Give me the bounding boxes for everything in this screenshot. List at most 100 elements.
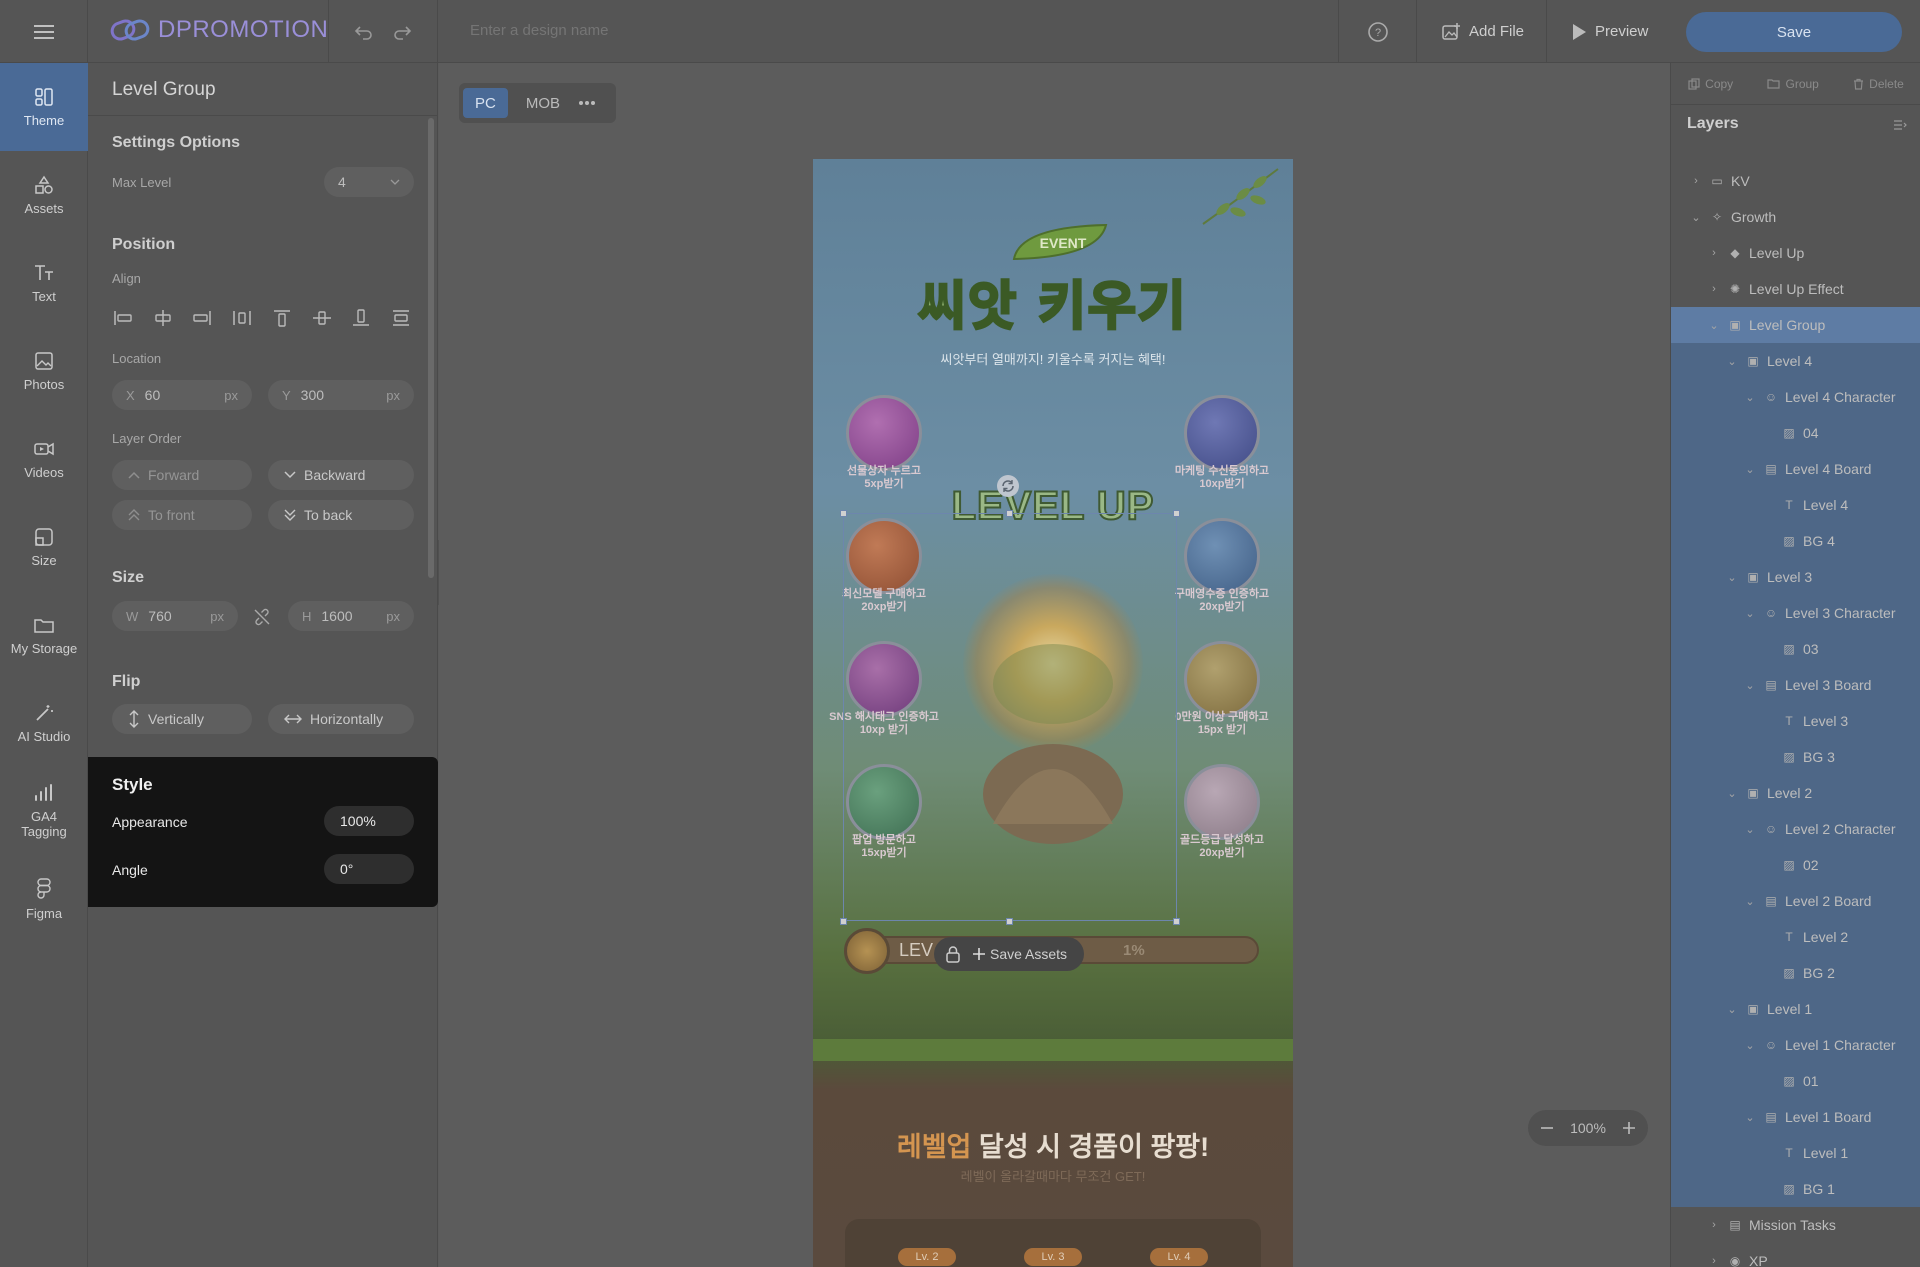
chevron-down-icon[interactable]: ⌄ [1743,679,1757,692]
device-mob-button[interactable]: MOB [514,88,572,118]
align-right-icon[interactable] [191,308,213,328]
chevron-down-icon[interactable]: ⌄ [1743,1111,1757,1124]
layer-row[interactable]: ⌄ ☺ Level 1 Character [1671,1027,1920,1063]
layer-row[interactable]: ⌄ ▤ Level 1 Board [1671,1099,1920,1135]
undo-icon[interactable] [354,24,374,40]
brand-logo[interactable]: DPROMOTION [110,16,328,44]
flip-horizontally-button[interactable]: Horizontally [268,704,414,734]
layer-row[interactable]: ▨ BG 3 [1671,739,1920,775]
rail-item-ga4-tagging[interactable]: GA4 Tagging [0,767,88,855]
align-left-icon[interactable] [112,308,134,328]
layer-row[interactable]: ⌄ ▣ Level 4 [1671,343,1920,379]
layer-row[interactable]: ⌄ ▤ Level 3 Board [1671,667,1920,703]
layer-row[interactable]: ⌄ ▣ Level 2 [1671,775,1920,811]
rail-item-assets[interactable]: Assets [0,151,88,239]
layer-row[interactable]: T Level 3 [1671,703,1920,739]
chevron-down-icon[interactable]: ⌄ [1743,607,1757,620]
chevron-right-icon[interactable]: › [1707,1255,1721,1267]
menu-button[interactable] [0,0,88,63]
layer-row[interactable]: ▨ 01 [1671,1063,1920,1099]
zoom-in-icon[interactable] [1622,1121,1636,1135]
forward-button[interactable]: Forward [112,460,252,490]
rail-item-figma[interactable]: Figma [0,855,88,943]
layer-row[interactable]: ▨ BG 2 [1671,955,1920,991]
chevron-down-icon[interactable]: ⌄ [1725,571,1739,584]
layer-row[interactable]: T Level 1 [1671,1135,1920,1171]
align-center-vertical-icon[interactable] [311,308,333,328]
chevron-down-icon[interactable]: ⌄ [1725,1003,1739,1016]
layer-row[interactable]: › ◉ XP [1671,1243,1920,1267]
device-pc-button[interactable]: PC [463,88,508,118]
layer-row[interactable]: › ▤ Mission Tasks [1671,1207,1920,1243]
layer-row[interactable]: ▨ 02 [1671,847,1920,883]
chevron-right-icon[interactable]: › [1707,1219,1721,1231]
redo-icon[interactable] [392,24,412,40]
layer-row[interactable]: T Level 2 [1671,919,1920,955]
layer-row[interactable]: › ✺ Level Up Effect [1671,271,1920,307]
help-button[interactable]: ? [1338,0,1416,63]
delete-button[interactable]: Delete [1853,77,1904,91]
save-button[interactable]: Save [1686,12,1902,52]
flip-vertically-button[interactable]: Vertically [112,704,252,734]
rail-item-text[interactable]: Text [0,239,88,327]
chevron-right-icon[interactable]: › [1689,175,1703,187]
rotate-handle-icon[interactable] [996,474,1020,498]
zoom-out-icon[interactable] [1540,1121,1554,1135]
resize-handle[interactable] [1006,918,1013,925]
chevron-down-icon[interactable]: ⌄ [1725,787,1739,800]
resize-handle[interactable] [1173,510,1180,517]
layer-row[interactable]: ⌄ ☺ Level 2 Character [1671,811,1920,847]
appearance-field[interactable]: 100% [324,806,414,836]
rail-item-ai-studio[interactable]: AI Studio [0,679,88,767]
unlink-ratio-icon[interactable] [253,608,271,626]
copy-button[interactable]: Copy [1688,77,1733,91]
selection-box[interactable] [843,513,1177,921]
layer-row[interactable]: ⌄ ▤ Level 4 Board [1671,451,1920,487]
width-field[interactable]: W 760 px [112,601,238,631]
chevron-down-icon[interactable]: ⌄ [1707,319,1721,332]
chevron-down-icon[interactable]: ⌄ [1743,895,1757,908]
layer-row[interactable]: ⌄ ▣ Level 1 [1671,991,1920,1027]
height-field[interactable]: H 1600 px [288,601,414,631]
align-top-icon[interactable] [271,308,293,328]
resize-handle[interactable] [840,918,847,925]
layer-row[interactable]: ⌄ ▣ Level Group [1671,307,1920,343]
layer-row[interactable]: ▨ BG 4 [1671,523,1920,559]
more-options-icon[interactable] [578,100,596,106]
max-level-select[interactable]: 4 [324,167,414,197]
rail-item-theme[interactable]: Theme [0,63,88,151]
align-bottom-icon[interactable] [350,308,372,328]
location-y-field[interactable]: Y 300 px [268,380,414,410]
lock-icon[interactable] [944,945,962,963]
resize-handle[interactable] [1173,918,1180,925]
layer-row[interactable]: ⌄ ✧ Growth [1671,199,1920,235]
rail-item-photos[interactable]: Photos [0,327,88,415]
to-front-button[interactable]: To front [112,500,252,530]
chevron-down-icon[interactable]: ⌄ [1689,211,1703,224]
layer-row[interactable]: ▨ 03 [1671,631,1920,667]
align-center-horizontal-icon[interactable] [152,308,174,328]
collapse-all-icon[interactable] [1893,119,1907,131]
distribute-horizontal-icon[interactable] [231,308,253,328]
design-name-input[interactable] [470,22,970,39]
panel-scrollbar[interactable] [428,118,434,578]
chevron-right-icon[interactable]: › [1707,247,1721,259]
layer-row[interactable]: ⌄ ☺ Level 3 Character [1671,595,1920,631]
backward-button[interactable]: Backward [268,460,414,490]
rail-item-size[interactable]: Size [0,503,88,591]
rail-item-my-storage[interactable]: My Storage [0,591,88,679]
layer-row[interactable]: T Level 4 [1671,487,1920,523]
layer-row[interactable]: ▨ 04 [1671,415,1920,451]
chevron-down-icon[interactable]: ⌄ [1743,391,1757,404]
distribute-vertical-icon[interactable] [390,308,412,328]
chevron-down-icon[interactable]: ⌄ [1725,355,1739,368]
to-back-button[interactable]: To back [268,500,414,530]
chevron-down-icon[interactable]: ⌄ [1743,1039,1757,1052]
chevron-right-icon[interactable]: › [1707,283,1721,295]
location-x-field[interactable]: X 60 px [112,380,252,410]
layer-row[interactable]: ⌄ ☺ Level 4 Character [1671,379,1920,415]
layer-row[interactable]: ⌄ ▤ Level 2 Board [1671,883,1920,919]
layer-row[interactable]: › ▭ KV [1671,163,1920,199]
layer-row[interactable]: ▨ BG 1 [1671,1171,1920,1207]
resize-handle[interactable] [840,510,847,517]
